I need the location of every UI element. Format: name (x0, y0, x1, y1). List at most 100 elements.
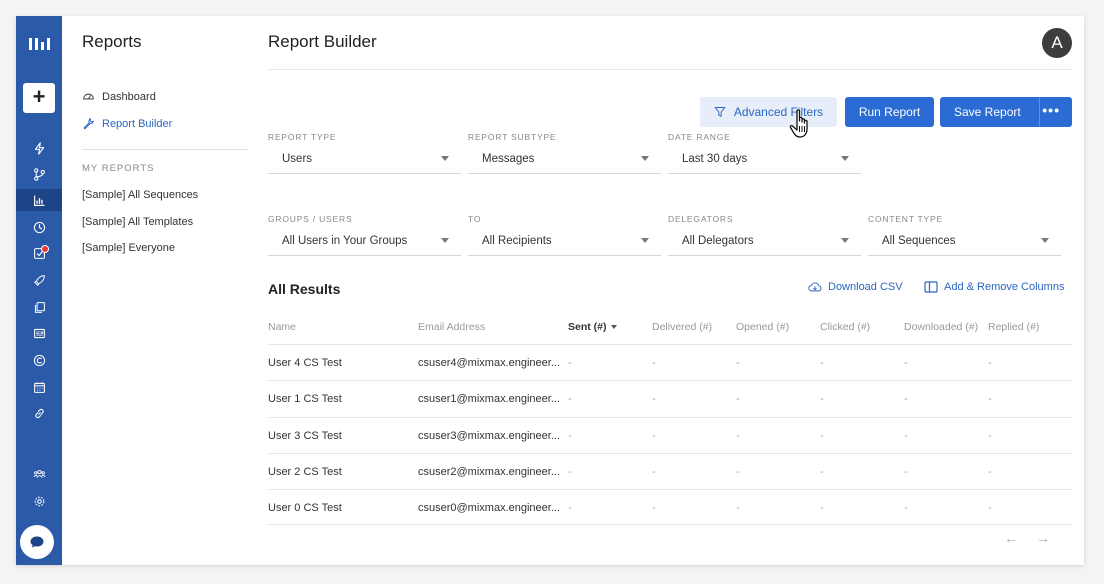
chevron-down-icon (641, 238, 649, 243)
cell-name: User 4 CS Test (268, 357, 342, 369)
cell-replied: - (988, 393, 992, 406)
cell-delivered: - (652, 465, 656, 478)
clock-icon[interactable] (16, 216, 62, 238)
table-row[interactable]: User 2 CS Test csuser2@mixmax.engineer...… (268, 452, 1073, 489)
saved-report-item[interactable]: [Sample] All Templates (82, 216, 193, 228)
cell-opened: - (736, 357, 740, 369)
checkbox-icon[interactable] (16, 242, 62, 264)
date-range-value: Last 30 days (682, 152, 748, 165)
chat-button[interactable] (20, 525, 54, 559)
chevron-down-icon (841, 156, 849, 161)
add-button[interactable]: + (23, 83, 55, 113)
save-report-button[interactable]: Save Report ••• (940, 97, 1072, 127)
report-subtype-select[interactable]: Messages (468, 144, 661, 174)
team-icon[interactable] (16, 463, 62, 485)
results-title: All Results (268, 281, 341, 297)
chevron-down-icon (641, 156, 649, 161)
sidebar-divider (82, 149, 249, 150)
cell-name: User 0 CS Test (268, 502, 342, 515)
copyright-icon[interactable] (16, 349, 62, 371)
cell-delivered: - (652, 502, 656, 515)
advanced-filters-button[interactable]: Advanced Filters (700, 97, 837, 127)
cell-email: csuser4@mixmax.engineer... (418, 357, 560, 369)
branch-icon[interactable] (16, 163, 62, 185)
column-header-name[interactable]: Name (268, 321, 296, 333)
add-remove-columns-link[interactable]: Add & Remove Columns (924, 281, 1064, 293)
date-range-select[interactable]: Last 30 days (668, 144, 861, 174)
table-row[interactable]: User 0 CS Test csuser0@mixmax.engineer...… (268, 489, 1073, 526)
groups-users-select[interactable]: All Users in Your Groups (268, 226, 461, 256)
more-options-icon[interactable]: ••• (1042, 103, 1060, 117)
column-header-clicked[interactable]: Clicked (#) (820, 321, 870, 333)
next-page-arrow-icon[interactable]: → (1036, 530, 1050, 546)
table-row[interactable]: User 1 CS Test csuser1@mixmax.engineer...… (268, 380, 1073, 416)
column-header-sent[interactable]: Sent (#) (568, 321, 617, 333)
cell-clicked: - (820, 502, 824, 515)
chat-icon (30, 536, 44, 548)
link-icon[interactable] (16, 402, 62, 424)
copy-icon[interactable] (16, 296, 62, 318)
bolt-icon[interactable] (16, 137, 62, 159)
sidebar-title: Reports (82, 32, 142, 51)
download-csv-link[interactable]: Download CSV (808, 281, 903, 293)
cell-delivered: - (652, 357, 656, 369)
calendar-icon[interactable] (16, 376, 62, 398)
column-header-sent-label: Sent (#) (568, 321, 607, 333)
sort-desc-icon (610, 325, 617, 330)
cell-email: csuser2@mixmax.engineer... (418, 465, 560, 478)
chart-icon[interactable] (16, 189, 62, 211)
add-remove-columns-label: Add & Remove Columns (944, 281, 1065, 293)
saved-report-item[interactable]: [Sample] All Sequences (82, 189, 198, 201)
date-range-label: DATE RANGE (668, 132, 731, 142)
mixmax-logo-icon[interactable] (26, 30, 52, 50)
cell-delivered: - (652, 393, 656, 406)
chevron-down-icon (441, 156, 449, 161)
cell-downloaded: - (904, 502, 908, 515)
column-header-opened[interactable]: Opened (#) (736, 321, 789, 333)
to-label: TO (468, 214, 482, 224)
my-reports-heading: MY REPORTS (82, 163, 155, 174)
sidebar-item-report-builder[interactable]: Report Builder (82, 117, 172, 130)
table-row[interactable]: User 3 CS Test csuser3@mixmax.engineer...… (268, 416, 1073, 453)
to-select[interactable]: All Recipients (468, 226, 661, 256)
column-header-downloaded[interactable]: Downloaded (#) (904, 321, 978, 333)
wrench-icon (83, 118, 94, 130)
cell-replied: - (988, 429, 992, 442)
settings-icon[interactable] (16, 490, 62, 512)
delegators-label: DELEGATORS (668, 214, 734, 224)
sidebar-item-dashboard[interactable]: Dashboard (82, 90, 156, 103)
cell-sent: - (568, 429, 572, 442)
newspaper-icon[interactable] (16, 322, 62, 344)
column-header-delivered[interactable]: Delivered (#) (652, 321, 712, 333)
notification-dot (41, 245, 49, 253)
icon-rail: + (16, 16, 62, 565)
run-report-button[interactable]: Run Report (845, 97, 934, 127)
filter-icon (714, 107, 726, 117)
reports-sidebar: Reports Dashboard Report Builder MY REPO… (62, 16, 252, 565)
save-report-label: Save Report (954, 105, 1021, 119)
cell-opened: - (736, 465, 740, 478)
report-subtype-label: REPORT SUBTYPE (468, 132, 557, 142)
column-header-email[interactable]: Email Address (418, 321, 485, 333)
groups-users-value: All Users in Your Groups (282, 234, 408, 247)
table-row[interactable]: User 4 CS Test csuser4@mixmax.engineer...… (268, 344, 1073, 380)
cell-sent: - (568, 393, 572, 406)
content-type-value: All Sequences (882, 234, 956, 247)
report-type-select[interactable]: Users (268, 144, 461, 174)
rocket-icon[interactable] (16, 269, 62, 291)
prev-page-arrow-icon[interactable]: ← (1004, 530, 1018, 546)
delegators-select[interactable]: All Delegators (668, 226, 861, 256)
main-content: Report Builder A Advanced Filters Run Re… (252, 16, 1084, 565)
cell-email: csuser0@mixmax.engineer... (418, 502, 560, 515)
content-type-select[interactable]: All Sequences (868, 226, 1061, 256)
chevron-down-icon (441, 238, 449, 243)
cell-delivered: - (652, 429, 656, 442)
sidebar-item-label: Report Builder (102, 117, 173, 130)
gauge-icon (83, 93, 94, 100)
column-header-replied[interactable]: Replied (#) (988, 321, 1039, 333)
report-subtype-value: Messages (482, 152, 535, 165)
saved-report-item[interactable]: [Sample] Everyone (82, 242, 175, 254)
avatar[interactable]: A (1042, 28, 1072, 58)
report-type-value: Users (282, 152, 313, 165)
cell-name: User 2 CS Test (268, 465, 342, 478)
